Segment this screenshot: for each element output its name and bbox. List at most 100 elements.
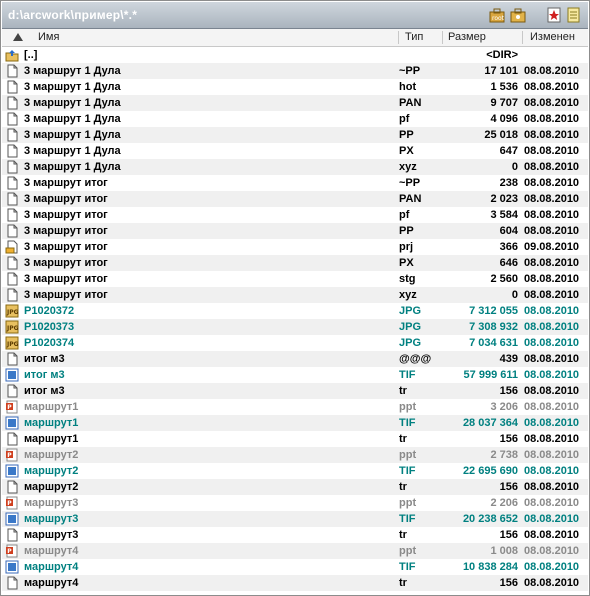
file-row[interactable]: маршрут4 TIF 10 838 284 08.08.2010 [2,559,588,575]
file-type: ppt [399,497,417,509]
file-row[interactable]: Pмаршрут3 ppt 2 206 08.08.2010 [2,495,588,511]
path-bar[interactable]: d:\arcwork\пример\*.* root [2,2,588,29]
file-icon [5,176,18,190]
tif-icon [5,416,19,430]
column-size[interactable]: Размер [448,29,486,46]
file-row[interactable]: 3 маршрут 1 Дула pf 4 096 08.08.2010 [2,111,588,127]
file-row[interactable]: маршрут4 tr 156 08.08.2010 [2,575,588,591]
column-divider[interactable] [398,31,399,44]
file-row[interactable]: 3 маршрут итог ~PP 238 08.08.2010 [2,175,588,191]
file-row[interactable]: 3 маршрут 1 Дула xyz 0 08.08.2010 [2,159,588,175]
file-row[interactable]: 3 маршрут итог PAN 2 023 08.08.2010 [2,191,588,207]
file-date: 08.08.2010 [524,353,580,365]
current-path: d:\arcwork\пример\*.* [8,8,138,22]
file-date: 08.08.2010 [524,145,580,157]
file-icon [5,576,18,590]
file-name: маршрут2 [24,465,79,477]
file-row[interactable]: маршрут1 TIF 28 037 364 08.08.2010 [2,415,588,431]
svg-text:P: P [7,548,12,555]
file-name: 3 маршрут 1 Дула [24,65,121,77]
file-row[interactable]: 3 маршрут 1 Дула PAN 9 707 08.08.2010 [2,95,588,111]
file-row[interactable]: 3 маршрут итог xyz 0 08.08.2010 [2,287,588,303]
file-row[interactable]: 3 маршрут 1 Дула hot 1 536 08.08.2010 [2,79,588,95]
file-date: 08.08.2010 [524,273,580,285]
file-row[interactable]: 3 маршрут итог stg 2 560 08.08.2010 [2,271,588,287]
file-row[interactable]: JPG P1020373 JPG 7 308 932 08.08.2010 [2,319,588,335]
file-name: [..] [24,49,38,61]
column-modified[interactable]: Изменен [530,29,575,46]
file-date: 08.08.2010 [524,209,580,221]
file-size: 439 [499,353,518,365]
project-file-icon [5,240,18,254]
file-type: pf [399,209,410,221]
file-name: маршрут4 [24,545,79,557]
file-row[interactable]: 3 маршрут 1 Дула PP 25 018 08.08.2010 [2,127,588,143]
file-row[interactable]: 3 маршрут 1 Дула PX 647 08.08.2010 [2,143,588,159]
file-row[interactable]: итог м3 tr 156 08.08.2010 [2,383,588,399]
file-row[interactable]: JPG P1020372 JPG 7 312 055 08.08.2010 [2,303,588,319]
sort-ascending-icon[interactable] [12,29,24,46]
column-name[interactable]: Имя [38,29,59,46]
toolbox-icon[interactable]: root [489,7,505,23]
tools-icon[interactable] [510,7,526,23]
file-size: 156 [499,385,518,397]
file-row[interactable]: Pмаршрут1 ppt 3 206 08.08.2010 [2,399,588,415]
file-row[interactable]: маршрут2 tr 156 08.08.2010 [2,479,588,495]
file-row[interactable]: 3 маршрут итог pf 3 584 08.08.2010 [2,207,588,223]
file-name: маршрут4 [24,577,79,589]
column-type[interactable]: Тип [405,29,423,46]
file-row[interactable]: JPG P1020374 JPG 7 034 631 08.08.2010 [2,335,588,351]
file-name: маршрут3 [24,497,79,509]
file-row[interactable]: Pмаршрут4 ppt 1 008 08.08.2010 [2,543,588,559]
file-date: 08.08.2010 [524,225,580,237]
file-row[interactable]: маршрут3 TIF 20 238 652 08.08.2010 [2,511,588,527]
file-name: маршрут2 [24,449,79,461]
file-date: 08.08.2010 [524,97,580,109]
svg-text:P: P [7,404,12,411]
file-type: tr [399,433,407,445]
file-icon [5,192,18,206]
file-size: 28 037 364 [462,417,518,429]
file-date: 08.08.2010 [524,129,580,141]
file-row[interactable]: 3 маршрут 1 Дула ~PP 17 101 08.08.2010 [2,63,588,79]
file-type: TIF [399,513,416,525]
file-size: 0 [511,289,518,301]
file-type: tr [399,385,407,397]
file-row[interactable]: 3 маршрут итог PX 646 08.08.2010 [2,255,588,271]
file-type: ppt [399,401,417,413]
file-date: 08.08.2010 [524,529,580,541]
file-icon [5,144,18,158]
file-row[interactable]: Pмаршрут2 ppt 2 738 08.08.2010 [2,447,588,463]
file-date: 08.08.2010 [524,401,580,413]
file-size: 22 695 690 [462,465,518,477]
file-row[interactable]: 3 маршрут итог prj 366 09.08.2010 [2,239,588,255]
column-divider[interactable] [522,31,523,44]
file-type: hot [399,81,417,93]
file-row[interactable]: маршрут1 tr 156 08.08.2010 [2,431,588,447]
file-name: маршрут1 [24,401,79,413]
file-date: 08.08.2010 [524,65,580,77]
file-type: tr [399,577,407,589]
file-date: 08.08.2010 [524,161,580,173]
file-row[interactable]: маршрут3 tr 156 08.08.2010 [2,527,588,543]
file-icon [5,480,18,494]
file-size: 647 [499,145,518,157]
file-icon [5,432,18,446]
file-name: 3 маршрут 1 Дула [24,113,121,125]
file-icon [5,80,18,94]
tif-icon [5,512,19,526]
file-name: P1020372 [24,305,75,317]
column-divider[interactable] [442,31,443,44]
file-name: маршрут2 [24,481,79,493]
star-icon[interactable] [546,7,562,23]
notepad-icon[interactable] [565,7,581,23]
file-name: маршрут1 [24,417,79,429]
file-row[interactable]: итог м3 @@@ 439 08.08.2010 [2,351,588,367]
file-row[interactable]: [..] <DIR> [2,47,588,63]
file-name: итог м3 [24,369,65,381]
file-name: итог м3 [24,385,65,397]
file-row[interactable]: 3 маршрут итог PP 604 08.08.2010 [2,223,588,239]
file-row[interactable]: маршрут2 TIF 22 695 690 08.08.2010 [2,463,588,479]
file-name: маршрут4 [24,561,79,573]
file-row[interactable]: итог м3 TIF 57 999 611 08.08.2010 [2,367,588,383]
